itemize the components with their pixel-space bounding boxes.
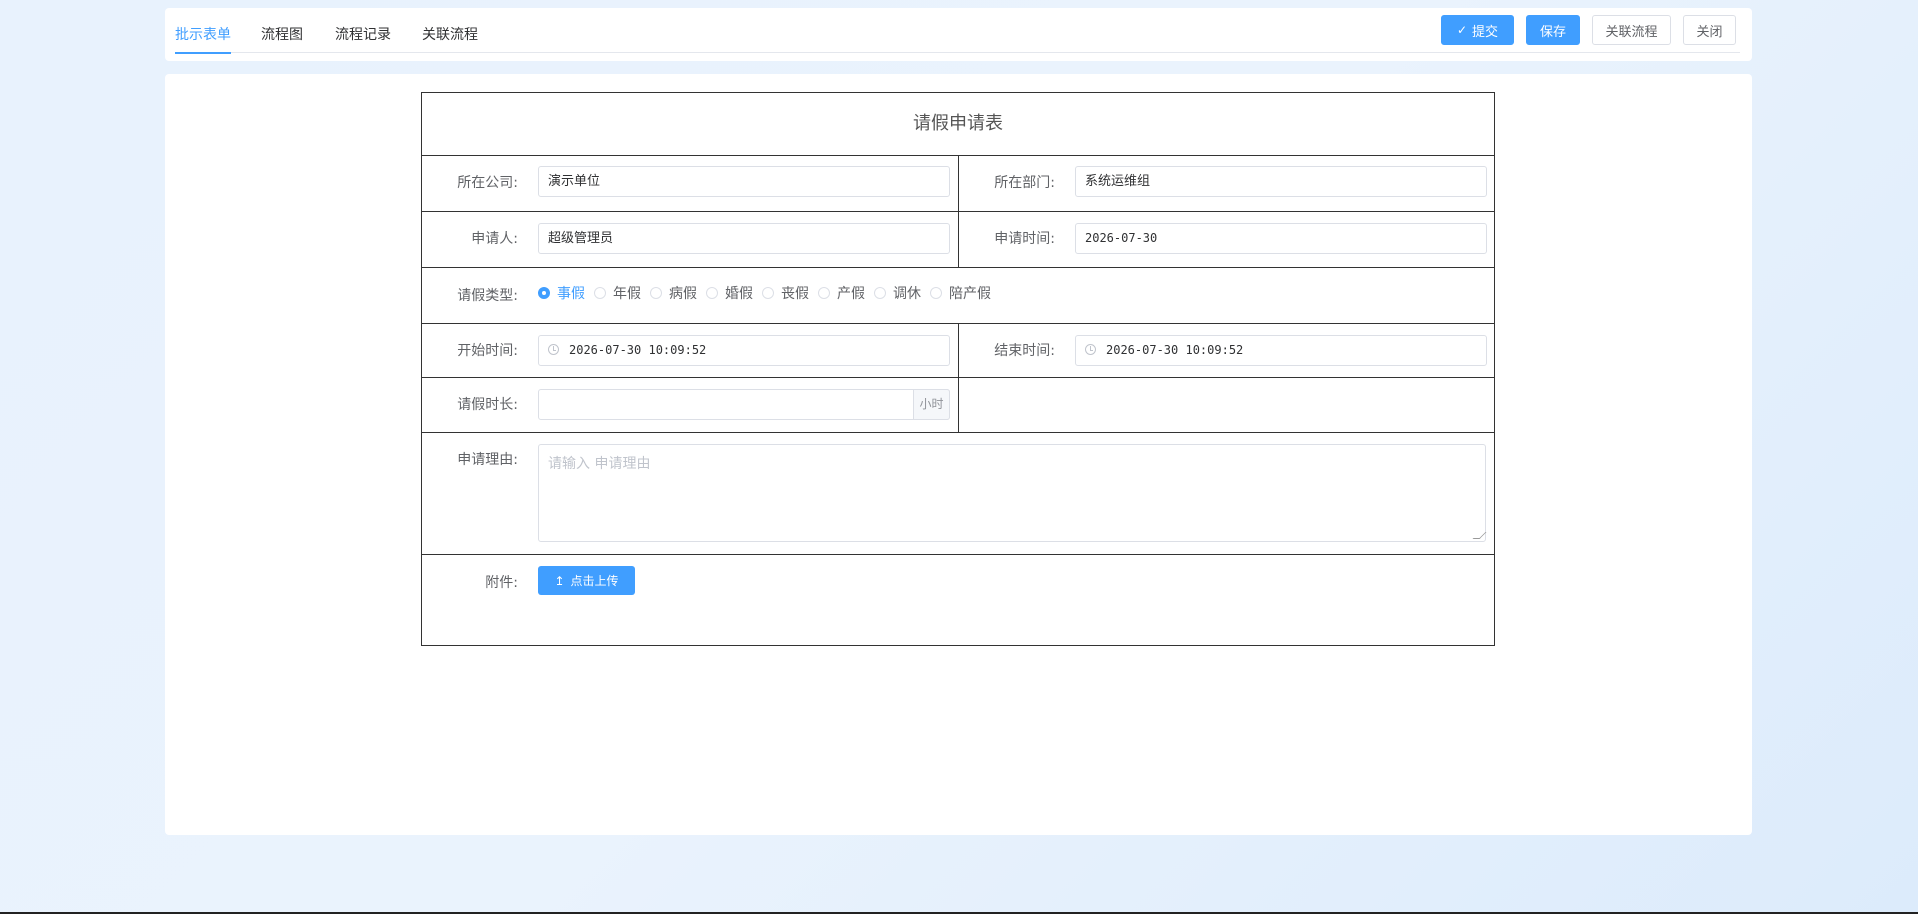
start-time-value: 2026-07-30 10:09:52 xyxy=(569,343,707,357)
reason-label: 申请理由: xyxy=(457,452,518,468)
radio-label: 陪产假 xyxy=(949,286,991,302)
radio-label: 调休 xyxy=(893,286,921,302)
radio-dot xyxy=(650,287,662,299)
department-cell: 所在部门: 系统运维组 xyxy=(959,156,1494,211)
empty-cell xyxy=(959,378,1494,432)
radio-personal-leave[interactable]: 事假 xyxy=(538,283,585,303)
company-field[interactable]: 演示单位 xyxy=(538,166,950,197)
save-button[interactable]: 保存 xyxy=(1526,15,1580,45)
apply-time-label: 申请时间: xyxy=(994,231,1055,247)
attachment-label: 附件: xyxy=(485,575,518,591)
upload-label: 点击上传 xyxy=(570,574,619,588)
start-time-label: 开始时间: xyxy=(457,343,518,359)
radio-dot xyxy=(706,287,718,299)
top-toolbar: 批示表单 流程图 流程记录 关联流程 ✓ 提交 保存 关联流程 关闭 xyxy=(165,8,1752,61)
form-title: 请假申请表 xyxy=(422,93,1494,156)
upload-button[interactable]: ↥ 点击上传 xyxy=(538,566,635,595)
radio-label: 事假 xyxy=(557,286,585,302)
radio-dot xyxy=(930,287,942,299)
apply-time-field[interactable]: 2026-07-30 xyxy=(1075,223,1487,254)
tab-flow-records[interactable]: 流程记录 xyxy=(335,8,391,53)
radio-annual-leave[interactable]: 年假 xyxy=(594,283,641,303)
leave-request-form: 请假申请表 所在公司: 演示单位 所在部门: 系统运维组 申请人: 超级管理员 … xyxy=(421,92,1495,646)
start-time-cell: 开始时间: 2026-07-30 10:09:52 xyxy=(422,324,959,377)
radio-label: 产假 xyxy=(837,286,865,302)
row-applicant-time: 申请人: 超级管理员 申请时间: 2026-07-30 xyxy=(422,212,1494,268)
tab-flow-chart[interactable]: 流程图 xyxy=(261,8,303,53)
radio-paternity-leave[interactable]: 陪产假 xyxy=(930,283,991,303)
row-leave-type: 请假类型: 事假 年假 病假 婚假 丧假 产假 调休 陪产假 xyxy=(422,268,1494,324)
row-reason: 申请理由: 请输入 申请理由 xyxy=(422,433,1494,555)
tab-approval-form[interactable]: 批示表单 xyxy=(175,8,231,54)
leave-type-radio-group: 事假 年假 病假 婚假 丧假 产假 调休 陪产假 xyxy=(538,283,1000,303)
radio-label: 婚假 xyxy=(725,286,753,302)
company-cell: 所在公司: 演示单位 xyxy=(422,156,959,211)
radio-bereavement-leave[interactable]: 丧假 xyxy=(762,283,809,303)
reason-placeholder: 请输入 申请理由 xyxy=(548,456,651,472)
radio-marriage-leave[interactable]: 婚假 xyxy=(706,283,753,303)
radio-compensatory-leave[interactable]: 调休 xyxy=(874,283,921,303)
resize-handle-icon[interactable] xyxy=(1472,532,1487,539)
applicant-label: 申请人: xyxy=(471,231,518,247)
company-label: 所在公司: xyxy=(457,175,518,191)
related-flow-button[interactable]: 关联流程 xyxy=(1592,15,1671,45)
leave-type-label: 请假类型: xyxy=(457,288,518,304)
submit-label: 提交 xyxy=(1472,24,1499,40)
row-company-department: 所在公司: 演示单位 所在部门: 系统运维组 xyxy=(422,156,1494,212)
radio-dot xyxy=(874,287,886,299)
end-time-cell: 结束时间: 2026-07-30 10:09:52 xyxy=(959,324,1494,377)
row-start-end-time: 开始时间: 2026-07-30 10:09:52 结束时间: 2026-07-… xyxy=(422,324,1494,378)
reason-textarea[interactable]: 请输入 申请理由 xyxy=(538,444,1487,542)
end-time-value: 2026-07-30 10:09:52 xyxy=(1106,343,1244,357)
radio-label: 年假 xyxy=(613,286,641,302)
radio-dot xyxy=(594,287,606,299)
applicant-field[interactable]: 超级管理员 xyxy=(538,223,950,254)
tab-related-flows[interactable]: 关联流程 xyxy=(422,8,478,53)
upload-icon: ↥ xyxy=(554,573,565,588)
end-time-picker[interactable]: 2026-07-30 10:09:52 xyxy=(1075,335,1487,366)
duration-cell: 请假时长: 小时 xyxy=(422,378,959,432)
duration-unit: 小时 xyxy=(913,389,950,420)
row-attachment: 附件: ↥ 点击上传 xyxy=(422,555,1494,645)
check-icon: ✓ xyxy=(1456,23,1468,37)
clock-icon xyxy=(1085,344,1096,355)
applicant-cell: 申请人: 超级管理员 xyxy=(422,212,959,267)
duration-label: 请假时长: xyxy=(457,397,518,413)
radio-maternity-leave[interactable]: 产假 xyxy=(818,283,865,303)
submit-button[interactable]: ✓ 提交 xyxy=(1441,15,1514,45)
radio-dot xyxy=(538,287,550,299)
radio-dot xyxy=(818,287,830,299)
radio-label: 丧假 xyxy=(781,286,809,302)
row-duration: 请假时长: 小时 xyxy=(422,378,1494,433)
apply-time-cell: 申请时间: 2026-07-30 xyxy=(959,212,1494,267)
department-field[interactable]: 系统运维组 xyxy=(1075,166,1487,197)
radio-label: 病假 xyxy=(669,286,697,302)
duration-input[interactable]: 小时 xyxy=(538,389,950,420)
end-time-label: 结束时间: xyxy=(994,343,1055,359)
department-label: 所在部门: xyxy=(994,175,1055,191)
form-panel: 请假申请表 所在公司: 演示单位 所在部门: 系统运维组 申请人: 超级管理员 … xyxy=(165,74,1752,835)
radio-dot xyxy=(762,287,774,299)
close-button[interactable]: 关闭 xyxy=(1683,15,1736,45)
clock-icon xyxy=(548,344,559,355)
start-time-picker[interactable]: 2026-07-30 10:09:52 xyxy=(538,335,950,366)
radio-sick-leave[interactable]: 病假 xyxy=(650,283,697,303)
